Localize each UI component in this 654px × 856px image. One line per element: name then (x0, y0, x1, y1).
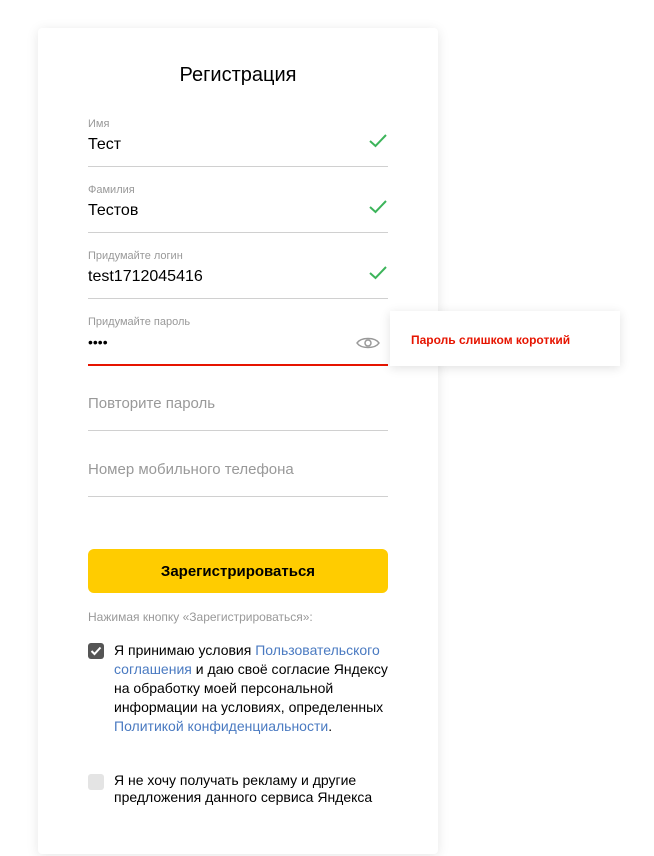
password-error-text: Пароль слишком короткий (411, 333, 571, 347)
first-name-label: Имя (88, 118, 110, 130)
login-label: Придумайте логин (88, 250, 183, 262)
page-title: Регистрация (179, 64, 297, 86)
check-icon (369, 134, 387, 148)
phone-field[interactable]: Номер мобильного телефона (88, 448, 388, 497)
last-name-field[interactable]: Фамилия Тестов (88, 184, 388, 233)
checkmark-icon (90, 646, 102, 656)
check-icon (369, 200, 387, 214)
submit-note: Нажимая кнопку «Зарегистрироваться»: (88, 610, 313, 624)
password-label: Придумайте пароль (88, 316, 191, 328)
registration-card: Регистрация Имя Тест Фамилия Тестов Прид… (38, 28, 438, 854)
password-field[interactable]: Придумайте пароль •••• (88, 316, 388, 366)
repeat-password-placeholder: Повторите пароль (88, 395, 216, 412)
privacy-policy-link[interactable]: Политикой конфиденциальности (114, 718, 328, 734)
login-field[interactable]: Придумайте логин test1712045416 (88, 250, 388, 299)
agreement-text-part: Я принимаю условия (114, 642, 256, 658)
last-name-label: Фамилия (88, 184, 135, 196)
register-button[interactable]: Зарегистрироваться (88, 549, 388, 593)
ads-opt-out-text: Я не хочу получать рекламу и другие пред… (114, 772, 373, 805)
password-value: •••• (88, 334, 108, 350)
eye-icon[interactable] (356, 335, 380, 351)
phone-placeholder: Номер мобильного телефона (88, 461, 294, 478)
ads-opt-out-checkbox[interactable] (88, 774, 104, 790)
agreement-checkbox[interactable] (88, 643, 104, 659)
last-name-value: Тестов (88, 202, 139, 219)
check-icon (369, 266, 387, 280)
login-value: test1712045416 (88, 268, 203, 285)
password-error-tooltip: Пароль слишком короткий (390, 311, 620, 366)
repeat-password-field[interactable]: Повторите пароль (88, 382, 388, 431)
first-name-value: Тест (88, 136, 122, 153)
first-name-field[interactable]: Имя Тест (88, 118, 388, 167)
agreement-text-part: . (328, 718, 333, 734)
agreement-text: Я принимаю условия Пользовательского сог… (114, 641, 389, 736)
